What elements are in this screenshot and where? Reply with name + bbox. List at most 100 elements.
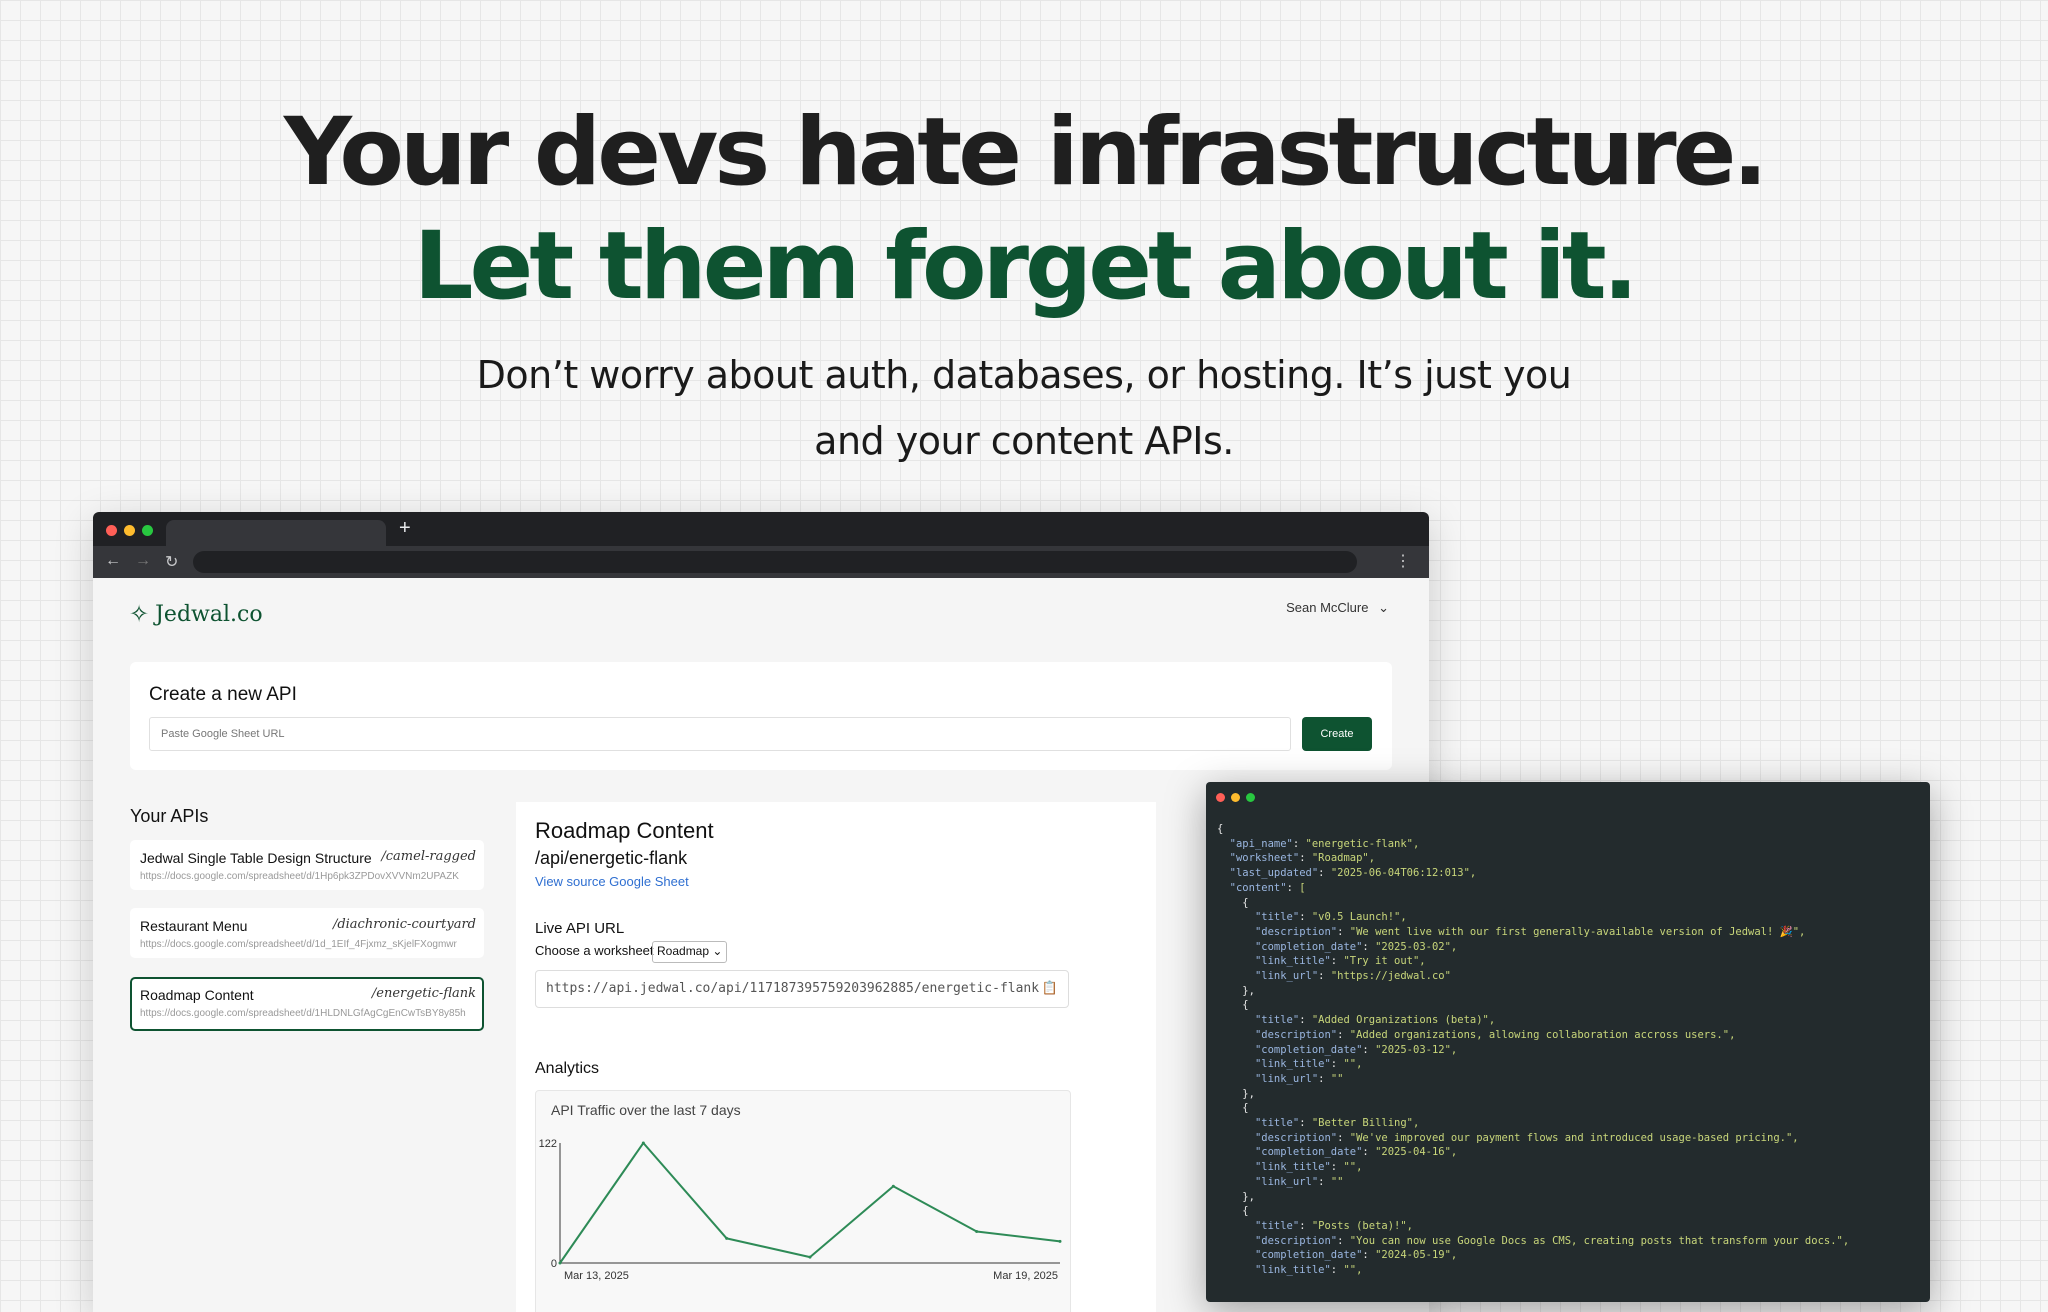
sparkle-icon: ✧ [129, 601, 150, 628]
y-tick-label: 122 [539, 1138, 557, 1150]
analytics-heading: Analytics [535, 1060, 600, 1077]
worksheet-label: Choose a worksheet [535, 943, 654, 958]
code-line: "link_title": "", [1254, 1058, 1363, 1071]
traffic-data-point [808, 1255, 812, 1259]
api-name: Roadmap Content [140, 987, 254, 1003]
json-code-block: { "api_name": "energetic-flank", "worksh… [1217, 822, 1849, 1278]
create-button[interactable]: Create [1302, 717, 1372, 751]
hero: Your devs hate infrastructure. Let them … [0, 96, 2048, 474]
clipboard-icon[interactable]: 📋 [1042, 971, 1058, 1007]
forward-arrow-icon[interactable]: → [135, 552, 151, 570]
api-detail-path: /api/energetic-flank [535, 848, 688, 868]
api-url-text: https://api.jedwal.co/api/11718739575920… [546, 981, 1040, 996]
code-line: }, [1217, 984, 1255, 997]
code-line: }, [1217, 1087, 1255, 1100]
code-line: "link_title": "", [1254, 1161, 1363, 1174]
code-line: "title": "v0.5 Launch!", [1254, 911, 1407, 924]
traffic-line-chart: 0 122 Mar 13, 2025 Mar 19, 2025 [539, 1138, 1062, 1282]
api-url-field[interactable]: https://api.jedwal.co/api/11718739575920… [535, 970, 1069, 1008]
headline-secondary: Let them forget about it. [413, 212, 1639, 321]
minimize-window-icon[interactable] [124, 525, 135, 536]
logo-text: Jedwal.co [155, 602, 263, 627]
code-line: }, [1217, 1190, 1255, 1203]
code-line: "link_url": "" [1254, 1072, 1344, 1085]
code-line: "description": "You can now use Google D… [1254, 1234, 1850, 1247]
hero-subtitle: Don’t worry about auth, databases, or ho… [476, 353, 1572, 463]
api-sheet-url: https://docs.google.com/spreadsheet/d/1H… [140, 1008, 466, 1019]
code-line: "link_title": "Try it out", [1254, 955, 1426, 968]
code-line: "link_url": "" [1254, 1175, 1344, 1188]
code-line: "worksheet": "Roadmap", [1229, 852, 1376, 865]
code-line: { [1217, 896, 1249, 909]
chart-axis [559, 1143, 1060, 1264]
code-line: "title": "Better Billing", [1254, 1117, 1420, 1130]
worksheet-value: Roadmap [657, 944, 710, 958]
maximize-window-icon[interactable] [142, 525, 153, 536]
traffic-data-point [641, 1141, 645, 1145]
api-name: Jedwal Single Table Design Structure [140, 850, 372, 866]
code-line: "title": "Posts (beta)!", [1254, 1219, 1414, 1232]
traffic-data-point [1058, 1239, 1062, 1243]
minimize-window-icon[interactable] [1231, 793, 1240, 802]
headline-primary: Your devs hate infrastructure. [283, 98, 1768, 207]
api-list-item[interactable]: Restaurant Menu /diachronic-courtyard ht… [130, 908, 484, 958]
x-tick-label: Mar 19, 2025 [993, 1270, 1058, 1282]
api-sheet-url: https://docs.google.com/spreadsheet/d/1d… [140, 939, 457, 950]
api-slug: /camel-ragged [381, 849, 476, 864]
back-arrow-icon[interactable]: ← [105, 552, 121, 570]
code-line: "description": "Added organizations, all… [1254, 1028, 1736, 1041]
traffic-chart-card: API Traffic over the last 7 days 0 122 Mar… [535, 1090, 1071, 1312]
code-line: "completion_date": "2025-04-16", [1254, 1146, 1458, 1159]
worksheet-select[interactable]: Roadmap ⌄ [652, 941, 728, 963]
traffic-series-line [559, 1142, 1061, 1264]
code-line: "title": "Added Organizations (beta)", [1254, 1014, 1496, 1027]
y-tick-label: 0 [551, 1258, 557, 1270]
jedwal-logo[interactable]: ✧ Jedwal.co [129, 600, 263, 629]
maximize-window-icon[interactable] [1246, 793, 1255, 802]
browser-nav-bar: ← → ↻ ⋮ [93, 546, 1429, 578]
sheet-url-input[interactable]: Paste Google Sheet URL [149, 717, 1291, 751]
api-detail-panel: Roadmap Content /api/energetic-flank Vie… [516, 802, 1156, 1312]
user-menu[interactable]: Sean McClure ⌄ [1286, 600, 1389, 616]
browser-menu-icon[interactable]: ⋮ [1395, 551, 1411, 571]
chevron-down-icon: ⌄ [1378, 600, 1389, 615]
address-bar[interactable] [193, 551, 1357, 573]
code-line: { [1217, 1102, 1249, 1115]
api-sheet-url: https://docs.google.com/spreadsheet/d/1H… [140, 871, 459, 882]
create-api-title: Create a new API [149, 684, 297, 705]
reload-icon[interactable]: ↻ [165, 552, 178, 572]
traffic-data-point [975, 1230, 979, 1234]
chevron-down-icon: ⌄ [712, 944, 723, 958]
code-line: "api_name": "energetic-flank", [1229, 837, 1420, 850]
your-apis-heading: Your APIs [130, 806, 209, 826]
browser-tab-bar: + [93, 512, 1429, 546]
json-response-window: { "api_name": "energetic-flank", "worksh… [1206, 782, 1930, 1302]
create-api-card: Create a new API Paste Google Sheet URL … [130, 662, 1392, 770]
code-line: { [1217, 823, 1224, 835]
code-line: "description": "We've improved our payme… [1254, 1131, 1799, 1144]
new-tab-button[interactable]: + [399, 517, 411, 540]
api-list-item-active[interactable]: Roadmap Content /energetic-flank https:/… [130, 977, 484, 1031]
api-name: Restaurant Menu [140, 918, 248, 934]
api-slug: /energetic-flank [371, 986, 476, 1001]
code-line: { [1217, 999, 1249, 1012]
live-api-url-label: Live API URL [535, 920, 625, 937]
api-detail-title: Roadmap Content [535, 818, 714, 843]
api-slug: /diachronic-courtyard [332, 917, 476, 932]
view-source-sheet-link[interactable]: View source Google Sheet [535, 874, 689, 889]
user-name: Sean McClure [1286, 600, 1369, 615]
code-line: "link_title": "", [1254, 1264, 1363, 1277]
browser-tab[interactable] [166, 520, 386, 546]
code-line: "completion_date": "2025-03-02", [1254, 940, 1458, 953]
code-line: "description": "We went live with our fi… [1254, 925, 1806, 938]
close-window-icon[interactable] [1216, 793, 1225, 802]
code-line: "last_updated": "2025-06-04T06:12:013", [1229, 867, 1477, 880]
x-tick-label: Mar 13, 2025 [564, 1270, 629, 1282]
code-line: "completion_date": "2025-03-12", [1254, 1043, 1458, 1056]
traffic-data-point [558, 1261, 562, 1265]
close-window-icon[interactable] [106, 525, 117, 536]
api-list-item[interactable]: Jedwal Single Table Design Structure /ca… [130, 840, 484, 890]
traffic-data-point [891, 1184, 895, 1188]
code-line: "completion_date": "2024-05-19", [1254, 1249, 1458, 1262]
code-line: "link_url": "https://jedwal.co" [1254, 970, 1451, 983]
